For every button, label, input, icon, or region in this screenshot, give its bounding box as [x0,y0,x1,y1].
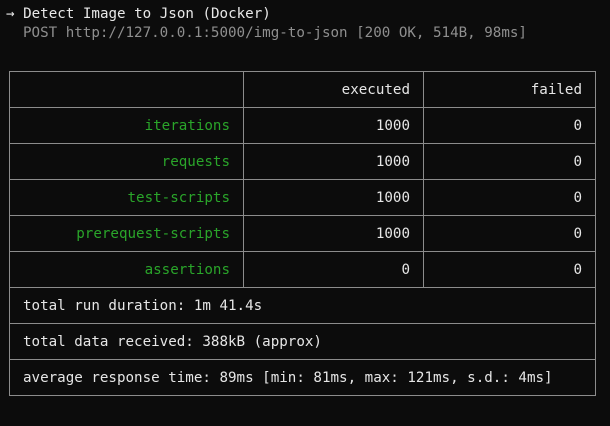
row-label: requests [9,143,244,180]
summary-row: total data received: 388kB (approx) [9,323,596,360]
executed-count: 1000 [243,179,424,216]
column-header-failed: failed [423,71,596,108]
row-label: assertions [9,251,244,288]
failed-count: 0 [423,179,596,216]
executed-count: 1000 [243,215,424,252]
column-header-executed: executed [243,71,424,108]
executed-count: 0 [243,251,424,288]
request-name: Detect Image to Json (Docker) [23,6,271,22]
table-row: iterations 1000 0 [9,107,596,144]
failed-count: 0 [423,143,596,180]
average-response-time: average response time: 89ms [min: 81ms, … [9,359,596,396]
total-run-duration: total run duration: 1m 41.4s [9,287,596,324]
summary-row: total run duration: 1m 41.4s [9,287,596,324]
table-row: requests 1000 0 [9,143,596,180]
executed-count: 1000 [243,107,424,144]
table-row: prerequest-scripts 1000 0 [9,215,596,252]
row-label: test-scripts [9,179,244,216]
run-summary-table: executed failed iterations 1000 0 reques… [9,71,596,396]
total-data-received: total data received: 388kB (approx) [9,323,596,360]
collection-run-title: → Detect Image to Json (Docker) [6,4,271,24]
request-summary-line: POST http://127.0.0.1:5000/img-to-json [… [23,25,527,41]
row-label: prerequest-scripts [9,215,244,252]
failed-count: 0 [423,251,596,288]
executed-count: 1000 [243,143,424,180]
failed-count: 0 [423,215,596,252]
arrow-right-icon: → [6,6,15,22]
row-label: iterations [9,107,244,144]
table-header-row: executed failed [9,71,596,108]
table-row: assertions 0 0 [9,251,596,288]
table-row: test-scripts 1000 0 [9,179,596,216]
summary-row: average response time: 89ms [min: 81ms, … [9,359,596,396]
failed-count: 0 [423,107,596,144]
column-header-empty [9,71,244,108]
